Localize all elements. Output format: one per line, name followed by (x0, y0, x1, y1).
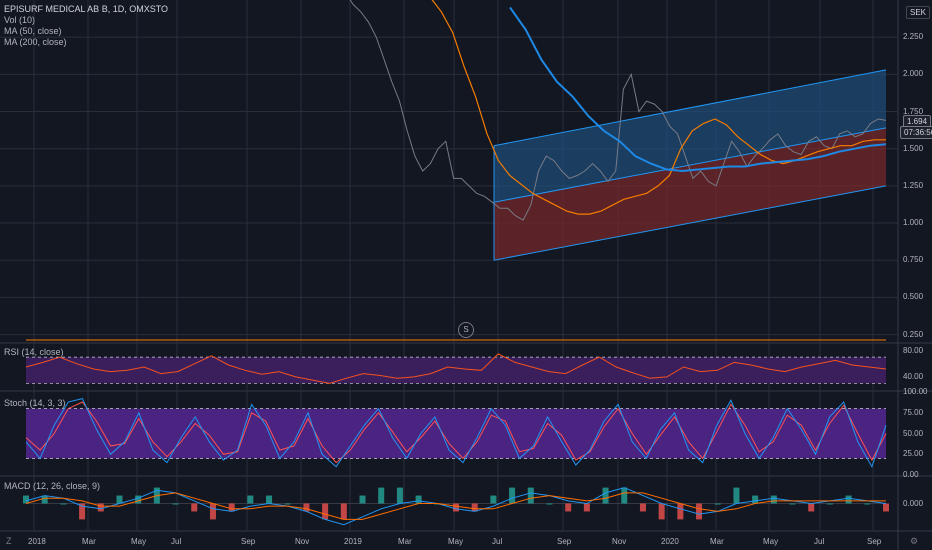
x-tick-label: 2020 (661, 537, 679, 546)
macd-histogram-bar (41, 495, 48, 504)
macd-histogram-bar (247, 495, 254, 504)
x-tick-label: Mar (82, 537, 96, 546)
legend-vol[interactable]: Vol (10) (4, 15, 168, 26)
macd-histogram-bar (602, 487, 609, 504)
x-tick-label: Jul (814, 537, 825, 546)
macd-histogram-bar (864, 503, 871, 505)
macd-histogram-bar (340, 503, 347, 520)
macd-histogram-bar (808, 503, 815, 512)
macd-histogram-bar (396, 487, 403, 504)
macd-histogram-bar (453, 503, 459, 512)
z-button[interactable]: Z (6, 536, 12, 546)
macd-histogram-bar (883, 503, 889, 512)
macd-histogram-bar (471, 503, 478, 512)
macd-histogram-bar (509, 487, 516, 504)
chart-canvas[interactable] (0, 0, 932, 550)
x-tick-label: Sep (241, 537, 256, 546)
macd-histogram-bar (714, 503, 721, 505)
macd-tick-label: 0.000 (903, 498, 924, 508)
macd-histogram-bar (415, 495, 422, 504)
macd-histogram-bar (303, 503, 310, 512)
x-tick-label: Jul (171, 537, 182, 546)
macd-histogram-bar (733, 487, 740, 504)
macd-histogram-bar (527, 487, 534, 504)
macd-histogram-bar (284, 503, 291, 505)
macd-histogram-bar (621, 487, 628, 504)
y-tick-label: 1.250 (903, 180, 924, 190)
x-tick-label: Sep (557, 537, 572, 546)
macd-histogram-bar (677, 503, 684, 520)
stoch-tick-label: 75.00 (903, 407, 924, 417)
x-tick-label: Sep (867, 537, 882, 546)
macd-histogram-bar (639, 503, 646, 512)
y-tick-label: 1.500 (903, 143, 924, 153)
split-event-marker[interactable]: S (458, 322, 474, 338)
x-tick-label: 2018 (28, 537, 46, 546)
rsi-tick-label: 80.00 (903, 345, 924, 355)
macd-histogram-bar (583, 503, 590, 512)
y-tick-label: 1.750 (903, 106, 924, 116)
stoch-tick-label: 100.00 (903, 387, 928, 396)
currency-button[interactable]: SEK (906, 6, 931, 19)
rsi-tick-label: 40.00 (903, 371, 924, 381)
macd-histogram-bar (565, 503, 572, 512)
legend-stoch[interactable]: Stoch (14, 3, 3) (4, 398, 66, 409)
x-tick-label: May (763, 537, 779, 546)
macd-histogram-bar (770, 495, 777, 504)
macd-histogram-bar (116, 495, 123, 504)
stoch-tick-label: 0.00 (903, 470, 919, 479)
rsi-band (26, 357, 886, 384)
macd-histogram-bar (60, 503, 67, 505)
stoch-tick-label: 50.00 (903, 428, 924, 438)
macd-histogram-bar (23, 495, 29, 504)
macd-histogram-bar (696, 503, 703, 520)
macd-histogram-bar (845, 495, 852, 504)
x-tick-label: May (448, 537, 464, 546)
legend-symbol[interactable]: EPISURF MEDICAL AB B, 1D, OMXSTO (4, 4, 168, 15)
macd-histogram-bar (135, 495, 142, 504)
y-tick-label: 1.000 (903, 218, 924, 228)
x-tick-label: 2019 (344, 537, 362, 546)
gear-icon[interactable]: ⚙ (910, 536, 924, 548)
x-tick-label: May (131, 537, 147, 546)
macd-histogram-bar (97, 503, 104, 512)
macd-histogram-bar (752, 495, 759, 504)
macd-histogram-bar (322, 503, 329, 520)
macd-histogram-bar (228, 503, 235, 512)
y-tick-label: 0.250 (903, 329, 924, 339)
y-tick-label: 0.750 (903, 255, 924, 265)
legend-main: EPISURF MEDICAL AB B, 1D, OMXSTO Vol (10… (4, 4, 168, 48)
x-tick-label: Mar (398, 537, 412, 546)
macd-histogram-bar (191, 503, 198, 512)
macd-histogram-bar (266, 495, 273, 504)
stoch-tick-label: 25.00 (903, 449, 924, 459)
x-tick-label: Nov (295, 537, 310, 546)
x-tick-label: Nov (612, 537, 627, 546)
macd-histogram-bar (172, 503, 179, 505)
macd-histogram-bar (826, 503, 833, 505)
macd-histogram-bar (789, 503, 796, 505)
macd-histogram-bar (658, 503, 665, 520)
legend-rsi[interactable]: RSI (14, close) (4, 347, 64, 358)
legend-macd[interactable]: MACD (12, 26, close, 9) (4, 481, 100, 492)
y-tick-label: 2.250 (903, 32, 924, 42)
macd-histogram-bar (209, 503, 216, 520)
legend-ma200[interactable]: MA (200, close) (4, 37, 168, 48)
legend-ma50[interactable]: MA (50, close) (4, 26, 168, 37)
macd-histogram-bar (490, 495, 497, 504)
macd-histogram-bar (359, 495, 366, 504)
x-tick-label: Mar (710, 537, 724, 546)
macd-histogram-bar (378, 487, 385, 504)
y-tick-label: 2.000 (903, 69, 924, 79)
current-time-tag: 07:36:56 (900, 126, 932, 139)
y-tick-label: 0.500 (903, 292, 924, 302)
x-tick-label: Jul (492, 537, 503, 546)
macd-histogram-bar (546, 503, 553, 505)
